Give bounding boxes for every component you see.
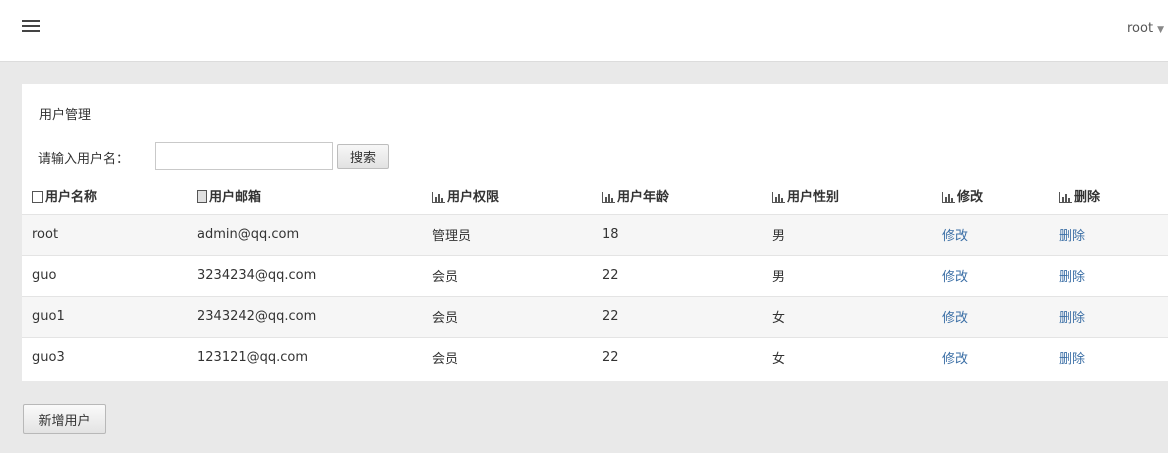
table-row: root admin@qq.com 管理员 18 男 修改 删除	[22, 213, 1168, 255]
table-cell: 修改	[932, 295, 1049, 337]
th-user-email: 用户邮箱	[187, 177, 422, 214]
search-row: 请输入用户名： 搜索	[33, 142, 433, 170]
table-cell: 22	[592, 295, 762, 337]
cell-user-gender: 男	[772, 270, 786, 285]
cell-user-role: 会员	[432, 352, 459, 368]
column-header-label: 修改	[957, 189, 984, 205]
table-cell: 删除	[1049, 213, 1168, 255]
cell-user-gender: 女	[772, 311, 786, 326]
search-input[interactable]	[155, 142, 333, 170]
column-header-label: 用户名称	[45, 189, 98, 205]
cell-user-gender: 女	[772, 352, 786, 368]
edit-link[interactable]: 修改	[942, 311, 968, 326]
search-button[interactable]: 搜索	[337, 144, 389, 169]
user-table: 用户名称 用户邮箱 用户权限 用户年龄 用户性别 修改 删除 root admin@qq.co…	[22, 177, 1168, 378]
top-navbar: root ▼	[0, 0, 1168, 62]
bar-chart-icon	[602, 191, 615, 203]
delete-link[interactable]: 删除	[1059, 311, 1085, 326]
th-user-age: 用户年龄	[592, 177, 762, 214]
chevron-down-icon: ▼	[1157, 25, 1164, 35]
table-cell: 删除	[1049, 295, 1168, 337]
th-edit: 修改	[932, 177, 1049, 214]
column-header-label: 用户年龄	[617, 189, 670, 205]
table-cell: 3234234@qq.com	[187, 254, 422, 296]
table-cell: 女	[762, 295, 932, 337]
table-cell: 女	[762, 336, 932, 378]
table-cell: root	[22, 213, 187, 255]
table-row: guo3 123121@qq.com 会员 22 女 修改 删除	[22, 336, 1168, 378]
cell-user-name: guo3	[32, 350, 65, 366]
cell-user-name: guo	[32, 268, 57, 283]
column-header-label: 用户邮箱	[209, 189, 262, 205]
table-cell: 修改	[932, 213, 1049, 255]
column-header-label: 用户权限	[447, 189, 500, 205]
add-user-button[interactable]: 新增用户	[23, 404, 106, 434]
table-cell: 男	[762, 254, 932, 296]
cell-user-email: 2343242@qq.com	[197, 309, 317, 324]
table-header-row: 用户名称 用户邮箱 用户权限 用户年龄 用户性别 修改 删除	[22, 177, 1168, 214]
table-cell: 删除	[1049, 336, 1168, 378]
table-cell: admin@qq.com	[187, 213, 422, 255]
user-management-panel: 用户管理 请输入用户名： 搜索 用户名称 用户邮箱 用户权限 用户年龄 用户性别 修改 删除…	[22, 84, 1168, 381]
cell-user-age: 22	[602, 268, 619, 283]
cell-user-age: 22	[602, 309, 619, 324]
table-cell: guo1	[22, 295, 187, 337]
table-cell: 会员	[422, 254, 592, 296]
cell-user-gender: 男	[772, 229, 786, 244]
checkbox-icon	[32, 190, 43, 203]
table-cell: 会员	[422, 295, 592, 337]
cell-user-role: 管理员	[432, 229, 472, 244]
cell-user-age: 22	[602, 350, 619, 366]
table-cell: 修改	[932, 254, 1049, 296]
table-body: root admin@qq.com 管理员 18 男修改 删除 guo 3234234@qq.…	[22, 213, 1168, 378]
table-cell: 会员	[422, 336, 592, 378]
bar-chart-icon	[772, 191, 785, 203]
delete-link[interactable]: 删除	[1059, 229, 1085, 244]
th-user-role: 用户权限	[422, 177, 592, 214]
table-row: guo 3234234@qq.com 会员 22 男 修改 删除	[22, 254, 1168, 296]
edit-link[interactable]: 修改	[942, 270, 968, 285]
cell-user-role: 会员	[432, 311, 459, 326]
th-user-gender: 用户性别	[762, 177, 932, 214]
table-row: guo1 2343242@qq.com 会员 22 女 修改 删除	[22, 295, 1168, 337]
table-cell: 22	[592, 336, 762, 378]
cell-user-name: root	[32, 227, 59, 242]
cell-user-email: admin@qq.com	[197, 227, 300, 242]
hamburger-menu-icon[interactable]	[22, 20, 40, 36]
user-menu[interactable]: root ▼	[1127, 21, 1164, 36]
delete-link[interactable]: 删除	[1059, 270, 1085, 285]
user-name: root	[1127, 21, 1154, 36]
bar-chart-icon	[432, 191, 445, 203]
table-cell: 2343242@qq.com	[187, 295, 422, 337]
bar-chart-icon	[1059, 191, 1072, 203]
th-delete: 删除	[1049, 177, 1168, 214]
table-cell: 22	[592, 254, 762, 296]
column-header-label: 删除	[1074, 189, 1101, 205]
table-cell: 18	[592, 213, 762, 255]
cell-user-email: 123121@qq.com	[197, 350, 309, 366]
document-icon	[197, 189, 207, 203]
cell-user-role: 会员	[432, 270, 459, 285]
table-cell: 123121@qq.com	[187, 336, 422, 378]
table-cell: guo3	[22, 336, 187, 378]
table-cell: 删除	[1049, 254, 1168, 296]
search-label: 请输入用户名：	[38, 152, 130, 167]
table-cell: guo	[22, 254, 187, 296]
edit-link[interactable]: 修改	[942, 229, 968, 244]
cell-user-name: guo1	[32, 309, 65, 324]
delete-link[interactable]: 删除	[1059, 352, 1085, 367]
bar-chart-icon	[942, 191, 955, 203]
cell-user-age: 18	[602, 227, 619, 242]
column-header-label: 用户性别	[787, 189, 840, 205]
th-user-name: 用户名称	[22, 177, 187, 214]
table-cell: 修改	[932, 336, 1049, 378]
table-cell: 管理员	[422, 213, 592, 255]
table-cell: 男	[762, 213, 932, 255]
edit-link[interactable]: 修改	[942, 352, 968, 367]
panel-title: 用户管理	[39, 108, 92, 123]
cell-user-email: 3234234@qq.com	[197, 268, 317, 283]
